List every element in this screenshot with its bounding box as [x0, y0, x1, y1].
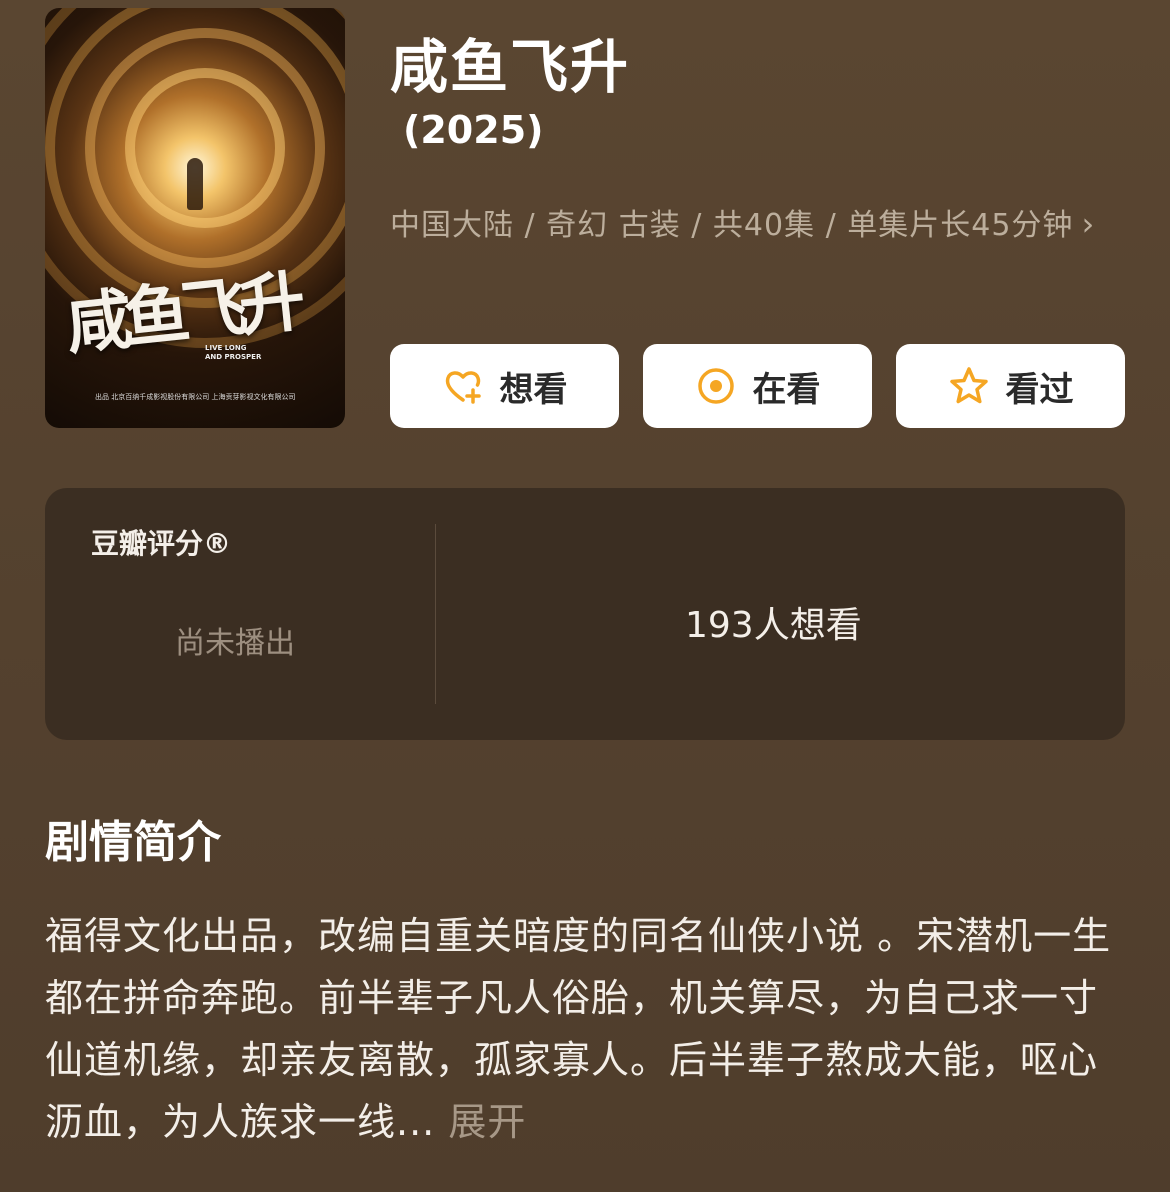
- poster-credits: 出品 北京百纳千成影视股份有限公司 上海贡芽影视文化有限公司: [95, 393, 296, 401]
- watched-button[interactable]: 看过: [896, 344, 1125, 428]
- watched-label: 看过: [1005, 369, 1074, 410]
- bottom-fade: [0, 1152, 1170, 1192]
- watching-label: 在看: [752, 369, 821, 410]
- want-to-watch-button[interactable]: 想看: [390, 344, 619, 428]
- poster-figure: [187, 158, 203, 210]
- release-year: (2025): [403, 108, 544, 152]
- synopsis-heading: 剧情简介: [45, 817, 221, 868]
- target-circle-icon: [695, 365, 737, 407]
- douban-rating-label: 豆瓣评分®: [91, 527, 232, 560]
- star-outline-icon: [948, 365, 990, 407]
- rating-divider: [435, 524, 436, 704]
- meta-text: 中国大陆 / 奇幻 古装 / 共40集 / 单集片长45分钟: [390, 208, 1074, 243]
- rating-status: 尚未播出: [175, 626, 295, 661]
- watching-button[interactable]: 在看: [643, 344, 872, 428]
- want-count[interactable]: 193人想看: [685, 596, 862, 648]
- poster-english-title: LIVE LONG AND PROSPER: [205, 344, 262, 361]
- chevron-right-icon: ›: [1081, 205, 1096, 243]
- synopsis-text: 福得文化出品，改编自重关暗度的同名仙侠小说 。宋潜机一生都在拼命奔跑。前半辈子凡…: [45, 905, 1135, 1153]
- heart-plus-icon: [442, 365, 484, 407]
- expand-link[interactable]: 展开: [448, 1100, 526, 1144]
- rating-card: 豆瓣评分® 尚未播出 193人想看: [45, 488, 1125, 740]
- page-title: 咸鱼飞升: [390, 33, 631, 101]
- want-to-watch-label: 想看: [499, 369, 568, 410]
- synopsis-body: 福得文化出品，改编自重关暗度的同名仙侠小说 。宋潜机一生都在拼命奔跑。前半辈子凡…: [45, 914, 1112, 1144]
- poster-image[interactable]: 咸鱼飞升 LIVE LONG AND PROSPER 出品 北京百纳千成影视股份…: [45, 8, 345, 428]
- subject-meta[interactable]: 中国大陆 / 奇幻 古装 / 共40集 / 单集片长45分钟 ›: [390, 196, 1110, 254]
